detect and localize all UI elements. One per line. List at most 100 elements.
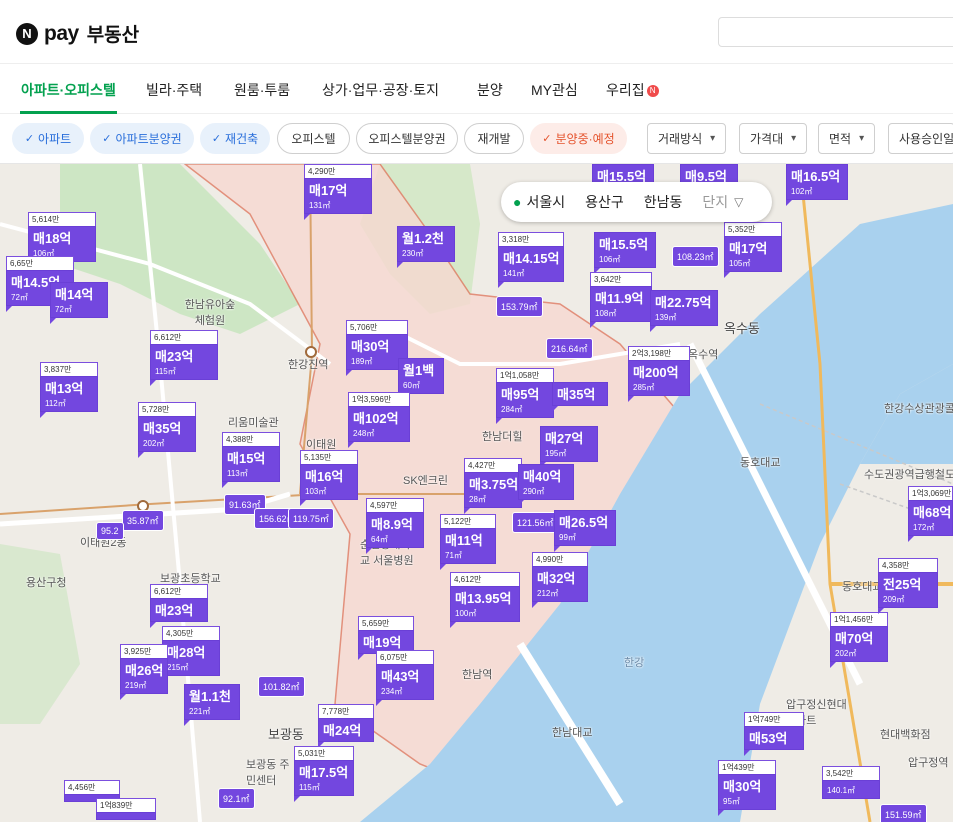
price-marker[interactable]: 4,597만 매8.9억 64㎡ bbox=[366, 498, 424, 554]
price-marker[interactable]: 6,075만 매43억 234㎡ bbox=[376, 650, 434, 706]
price-marker[interactable]: 7,778만 매24억 bbox=[318, 704, 374, 748]
price-marker[interactable]: 월1.2천 230㎡ bbox=[397, 226, 455, 268]
price-marker[interactable]: 매35억 bbox=[552, 382, 608, 412]
area-badge[interactable]: 153.79㎡ bbox=[496, 296, 543, 317]
price-marker[interactable]: 3,642만 매11.9억 108㎡ bbox=[590, 272, 652, 328]
price-marker[interactable]: 5,352만 매17억 105㎡ bbox=[724, 222, 782, 278]
price-marker[interactable]: 1억3,596만 매102억 248㎡ bbox=[348, 392, 410, 448]
price-marker[interactable]: 매40억 290㎡ bbox=[518, 464, 574, 506]
price-marker[interactable]: 1억3,069만 매68억 172㎡ bbox=[908, 486, 953, 542]
chevron-down-icon: ▾ bbox=[791, 133, 797, 144]
check-icon: ✓ bbox=[102, 133, 112, 145]
chip-apartment-presale-right[interactable]: ✓ 아파트분양권 bbox=[90, 123, 194, 154]
search-box[interactable] bbox=[718, 17, 953, 47]
chip-officetel-presale-right[interactable]: 오피스텔분양권 bbox=[356, 123, 458, 154]
marker-price: 매11.9억 bbox=[595, 291, 644, 306]
marker-price-per-pyeong: 4,305만 bbox=[162, 626, 220, 640]
marker-price-per-pyeong: 6,612만 bbox=[150, 584, 208, 598]
tab-oneroom-tworoom[interactable]: 원룸·투룸 bbox=[234, 80, 290, 100]
price-marker[interactable]: 월1.1천 221㎡ bbox=[184, 684, 240, 726]
dropdown-label: 거래방식 bbox=[658, 132, 703, 146]
price-marker[interactable]: 4,612만 매13.95억 100㎡ bbox=[450, 572, 520, 628]
price-marker[interactable]: 5,122만 매11억 71㎡ bbox=[440, 514, 496, 570]
price-marker[interactable]: 4,427만 매3.75억 28㎡ bbox=[464, 458, 522, 514]
price-marker[interactable]: 3,925만 매26억 219㎡ bbox=[120, 644, 168, 700]
marker-price-per-pyeong: 3,642만 bbox=[590, 272, 652, 286]
dropdown-price-range[interactable]: 가격대 ▾ bbox=[739, 123, 808, 154]
chip-redevelopment[interactable]: 재개발 bbox=[464, 123, 524, 154]
chip-presale-ongoing[interactable]: ✓ 분양중·예정 bbox=[530, 123, 627, 154]
price-marker[interactable]: 1억1,456만 매70억 202㎡ bbox=[830, 612, 888, 668]
marker-price-per-pyeong: 6,65만 bbox=[6, 256, 74, 270]
tab-villa-house[interactable]: 빌라·주택 bbox=[146, 80, 202, 100]
area-badge[interactable]: 92.1㎡ bbox=[218, 788, 255, 809]
price-marker[interactable]: 1억839만 bbox=[96, 798, 156, 820]
marker-price-per-pyeong: 4,990만 bbox=[532, 552, 588, 566]
tab-presale[interactable]: 분양 bbox=[477, 80, 503, 100]
search-input[interactable] bbox=[719, 18, 953, 46]
marker-price-per-pyeong: 3,925만 bbox=[120, 644, 168, 658]
map-canvas[interactable]: 한강진역 이태원 리움미술관 SK엔크린 순천향대학교 서울병원 한남역 한남대… bbox=[0, 164, 953, 822]
tab-commercial-land[interactable]: 상가·업무·공장·토지 bbox=[322, 80, 439, 100]
marker-price: 매28억 bbox=[167, 645, 206, 660]
price-marker[interactable]: 매16.5억 102㎡ bbox=[786, 164, 848, 206]
tab-my-home[interactable]: 우리집 N bbox=[606, 80, 659, 100]
area-badge[interactable]: 151.59㎡ bbox=[880, 804, 927, 822]
dropdown-deal-type[interactable]: 거래방식 ▾ bbox=[647, 123, 727, 154]
price-marker[interactable]: 2억3,198만 매200억 285㎡ bbox=[628, 346, 690, 402]
logo[interactable]: N pay 부동산 bbox=[16, 20, 139, 47]
marker-price-per-pyeong: 4,456만 bbox=[64, 780, 120, 794]
tab-my-interest[interactable]: MY관심 bbox=[531, 80, 578, 100]
area-badge[interactable]: 121.56㎡ bbox=[512, 512, 559, 533]
marker-price-per-pyeong: 5,659만 bbox=[358, 616, 414, 630]
location-complex[interactable]: 단지 bbox=[702, 192, 728, 212]
marker-area: 248㎡ bbox=[353, 429, 375, 438]
price-marker[interactable]: 4,305만 매28억 215㎡ bbox=[162, 626, 220, 682]
chip-officetel[interactable]: 오피스텔 bbox=[277, 123, 350, 154]
new-badge: N bbox=[646, 85, 659, 97]
marker-price: 매32억 bbox=[537, 571, 576, 586]
price-marker[interactable]: 매26.5억 99㎡ bbox=[554, 510, 616, 552]
location-city[interactable]: 서울시 bbox=[526, 192, 565, 212]
price-marker[interactable]: 4,990만 매32억 212㎡ bbox=[532, 552, 588, 608]
price-marker[interactable]: 6,612만 매23억 115㎡ bbox=[150, 330, 218, 386]
price-marker[interactable]: 6,612만 매23억 bbox=[150, 584, 208, 628]
marker-price: 매22.75억 bbox=[655, 295, 712, 310]
area-badge[interactable]: 95.2 bbox=[96, 522, 124, 540]
area-badge[interactable]: 119.75㎡ bbox=[288, 508, 334, 529]
area-badge[interactable]: 108.23㎡ bbox=[672, 246, 719, 267]
price-marker[interactable]: 3,318만 매14.15억 141㎡ bbox=[498, 232, 564, 288]
dropdown-approval-date[interactable]: 사용승인일 bbox=[888, 123, 953, 154]
price-marker[interactable]: 5,728만 매35억 202㎡ bbox=[138, 402, 196, 458]
price-marker[interactable]: 매14억 72㎡ bbox=[50, 282, 108, 324]
chip-reconstruction[interactable]: ✓ 재건축 bbox=[200, 123, 270, 154]
price-marker[interactable]: 매15.5억 106㎡ bbox=[594, 232, 656, 274]
price-marker[interactable]: 1억1,058만 매95억 284㎡ bbox=[496, 368, 554, 424]
price-marker[interactable]: 매22.75억 139㎡ bbox=[650, 290, 718, 332]
price-marker[interactable]: 5,135만 매16억 103㎡ bbox=[300, 450, 358, 506]
area-badge[interactable]: 216.64㎡ bbox=[546, 338, 593, 359]
dropdown-area[interactable]: 면적 ▾ bbox=[818, 123, 876, 154]
price-marker[interactable]: 3,542만 140.1㎡ bbox=[822, 766, 880, 799]
place-label: 한남더힐 bbox=[482, 431, 523, 443]
marker-price-per-pyeong: 5,614만 bbox=[28, 212, 96, 226]
price-marker[interactable]: 4,388만 매15억 113㎡ bbox=[222, 432, 280, 488]
marker-area: 71㎡ bbox=[445, 551, 462, 560]
location-dong[interactable]: 한남동 bbox=[644, 192, 683, 212]
area-badge[interactable]: 35.87㎡ bbox=[122, 510, 164, 531]
price-marker[interactable]: 4,358만 전25억 209㎡ bbox=[878, 558, 938, 614]
place-label: 동호대교 bbox=[842, 581, 883, 593]
tab-apartment-officetel[interactable]: 아파트·오피스텔 bbox=[21, 80, 116, 100]
price-marker[interactable]: 1억749만 매53억 bbox=[744, 712, 804, 756]
marker-price: 매17억 bbox=[729, 241, 768, 256]
price-marker[interactable]: 5,031만 매17.5억 115㎡ bbox=[294, 746, 354, 802]
location-selector[interactable]: ● 서울시 용산구 한남동 단지 ▽ bbox=[501, 182, 772, 222]
price-marker[interactable]: 3,837만 매13억 112㎡ bbox=[40, 362, 98, 418]
location-district[interactable]: 용산구 bbox=[585, 192, 624, 212]
area-badge[interactable]: 101.82㎡ bbox=[258, 676, 305, 697]
price-marker[interactable]: 매27억 195㎡ bbox=[540, 426, 598, 468]
price-marker[interactable]: 1억439만 매30억 95㎡ bbox=[718, 760, 776, 816]
marker-price-per-pyeong: 4,290만 bbox=[304, 164, 372, 178]
price-marker[interactable]: 4,290만 매17억 131㎡ bbox=[304, 164, 372, 220]
chip-apartment[interactable]: ✓ 아파트 bbox=[12, 123, 84, 154]
